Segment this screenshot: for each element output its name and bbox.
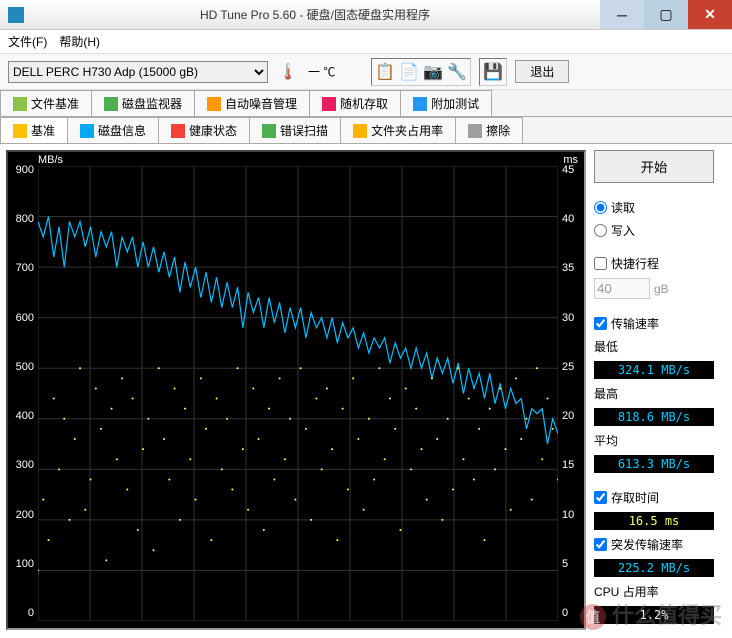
avg-label: 平均	[594, 432, 714, 449]
tab-icon	[171, 124, 185, 138]
tab-icon	[322, 97, 336, 111]
menu-help[interactable]: 帮助(H)	[59, 33, 100, 50]
read-radio[interactable]: 读取	[594, 199, 714, 216]
minimize-button[interactable]: ─	[600, 0, 644, 29]
tab-icon	[353, 124, 367, 138]
max-value: 818.6 MB/s	[594, 408, 714, 426]
temp-indicator: 一 ℃	[308, 63, 335, 80]
access-time-checkbox[interactable]: 存取时间	[594, 489, 714, 506]
burst-value: 225.2 MB/s	[594, 559, 714, 577]
screenshot-icon[interactable]: 📷	[422, 61, 444, 83]
tab-icon	[468, 124, 482, 138]
max-label: 最高	[594, 385, 714, 402]
burst-rate-checkbox[interactable]: 突发传输速率	[594, 536, 714, 553]
tab-icon	[104, 97, 118, 111]
tab-错误扫描[interactable]: 错误扫描	[249, 117, 341, 143]
min-value: 324.1 MB/s	[594, 361, 714, 379]
tab-icon	[13, 97, 27, 111]
options-icon[interactable]: 🔧	[446, 61, 468, 83]
min-label: 最低	[594, 338, 714, 355]
copy-screenshot-icon[interactable]: 📄	[398, 61, 420, 83]
benchmark-chart: MB/s ms 9008007006005004003002001000 454…	[6, 150, 586, 630]
tab-icon	[80, 124, 94, 138]
app-icon	[8, 7, 24, 23]
tab-文件基准[interactable]: 文件基准	[0, 90, 92, 116]
copy-info-icon[interactable]: 📋	[374, 61, 396, 83]
y-axis-left-label: MB/s	[38, 154, 63, 166]
window-title: HD Tune Pro 5.60 - 硬盘/固态硬盘实用程序	[30, 6, 600, 23]
cpu-value: 1.2%	[594, 606, 714, 624]
tab-自动噪音管理[interactable]: 自动噪音管理	[194, 90, 310, 116]
save-icon[interactable]: 💾	[482, 61, 504, 83]
tab-文件夹占用率[interactable]: 文件夹占用率	[340, 117, 456, 143]
tab-磁盘监视器[interactable]: 磁盘监视器	[91, 90, 195, 116]
tab-icon	[207, 97, 221, 111]
stroke-unit: gB	[654, 282, 669, 296]
tab-附加测试[interactable]: 附加测试	[400, 90, 492, 116]
cpu-label: CPU 占用率	[594, 583, 714, 600]
write-radio[interactable]: 写入	[594, 222, 714, 239]
start-button[interactable]: 开始	[594, 150, 714, 183]
tab-健康状态[interactable]: 健康状态	[158, 117, 250, 143]
transfer-rate-checkbox[interactable]: 传输速率	[594, 315, 714, 332]
drive-select[interactable]: DELL PERC H730 Adp (15000 gB)	[8, 61, 268, 83]
tab-icon	[262, 124, 276, 138]
menu-file[interactable]: 文件(F)	[8, 33, 47, 50]
close-button[interactable]: ✕	[688, 0, 732, 29]
maximize-button[interactable]: ▢	[644, 0, 688, 29]
access-value: 16.5 ms	[594, 512, 714, 530]
stroke-value-input	[594, 278, 650, 299]
avg-value: 613.3 MB/s	[594, 455, 714, 473]
short-stroke-checkbox[interactable]: 快捷行程	[594, 255, 714, 272]
tab-擦除[interactable]: 擦除	[455, 117, 523, 143]
tab-磁盘信息[interactable]: 磁盘信息	[67, 117, 159, 143]
exit-button[interactable]: 退出	[515, 60, 569, 83]
thermometer-icon: 🌡️	[276, 60, 300, 84]
tab-基准[interactable]: 基准	[0, 117, 68, 143]
tab-icon	[413, 97, 427, 111]
tab-icon	[13, 124, 27, 138]
tab-随机存取[interactable]: 随机存取	[309, 90, 401, 116]
